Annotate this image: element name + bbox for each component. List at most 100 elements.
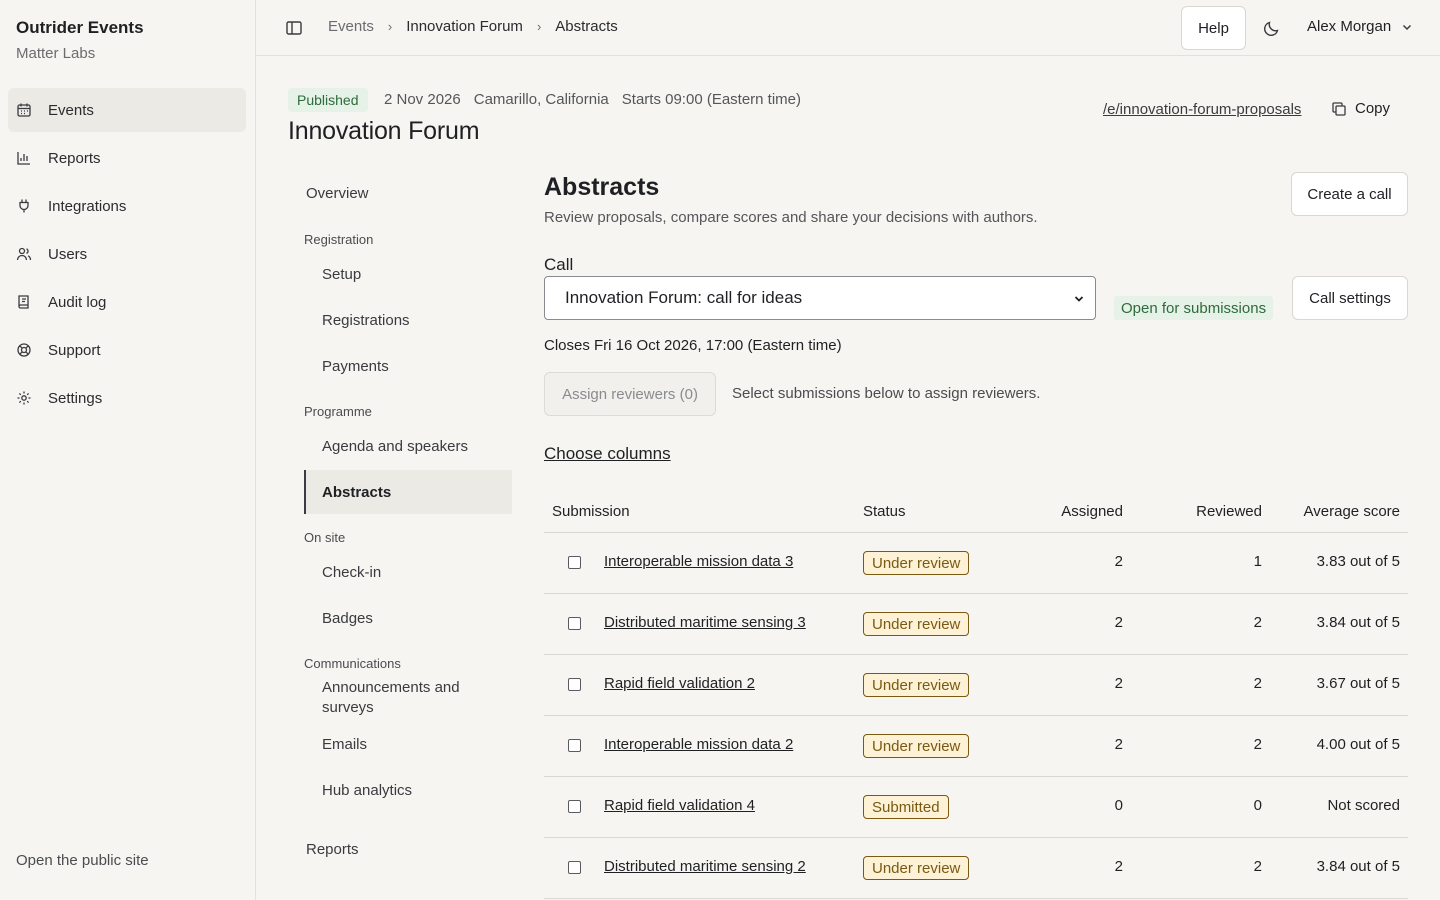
- submission-link[interactable]: Interoperable mission data 2: [604, 736, 793, 753]
- row-checkbox[interactable]: [568, 861, 581, 874]
- sidebar-item-label: Users: [48, 245, 88, 263]
- reviewed-count: 2: [1253, 614, 1262, 631]
- sidebar-item-audit-log[interactable]: Audit log: [8, 280, 246, 324]
- subnav-item-hub-analytics[interactable]: Hub analytics: [304, 768, 512, 812]
- subnav-item-abstracts[interactable]: Abstracts: [304, 470, 512, 514]
- assign-hint: Select submissions below to assign revie…: [732, 385, 1041, 402]
- column-header-status: Status: [863, 503, 906, 520]
- average-score: 3.83 out of 5: [1316, 553, 1400, 570]
- sidebar-item-label: Events: [48, 101, 94, 119]
- subnav-overview[interactable]: Overview: [306, 185, 369, 202]
- users-icon: [16, 246, 32, 262]
- status-badge: Under review: [863, 673, 970, 697]
- average-score: 3.84 out of 5: [1316, 614, 1400, 631]
- reviewed-count: 1: [1253, 553, 1262, 570]
- status-badge: Under review: [863, 734, 970, 758]
- user-menu[interactable]: Alex Morgan: [1307, 18, 1413, 35]
- table-row: Distributed maritime sensing 3 Under rev…: [544, 594, 1408, 655]
- event-meta: 2 Nov 2026 Camarillo, California Starts …: [384, 91, 801, 108]
- chevron-down-icon: [1074, 296, 1084, 302]
- subnav-item-setup[interactable]: Setup: [304, 252, 512, 296]
- sidebar-item-users[interactable]: Users: [8, 232, 246, 276]
- breadcrumb-events[interactable]: Events: [328, 18, 374, 35]
- sidebar-item-reports[interactable]: Reports: [8, 136, 246, 180]
- sidebar-item-label: Audit log: [48, 293, 107, 311]
- call-status-badge: Open for submissions: [1114, 296, 1274, 320]
- event-location: Camarillo, California: [473, 91, 609, 108]
- assign-reviewers-button[interactable]: Assign reviewers (0): [544, 372, 716, 416]
- user-name: Alex Morgan: [1307, 18, 1392, 35]
- breadcrumb: Events › Innovation Forum › Abstracts: [328, 18, 618, 35]
- sidebar-nav: Events Reports Integrations Users Audit …: [8, 88, 246, 424]
- sidebar-item-integrations[interactable]: Integrations: [8, 184, 246, 228]
- average-score: 3.67 out of 5: [1316, 675, 1400, 692]
- sidebar: Outrider Events Matter Labs Events Repor…: [0, 0, 256, 900]
- page-title: Abstracts: [544, 173, 660, 201]
- row-checkbox[interactable]: [568, 556, 581, 569]
- row-checkbox[interactable]: [568, 617, 581, 630]
- plug-icon: [16, 198, 32, 214]
- row-checkbox[interactable]: [568, 739, 581, 752]
- sidebar-item-events[interactable]: Events: [8, 88, 246, 132]
- subnav-group-registration: Registration: [304, 232, 374, 247]
- table-row: Rapid field validation 4 Submitted 0 0 N…: [544, 777, 1408, 838]
- submission-link[interactable]: Distributed maritime sensing 2: [604, 858, 806, 875]
- column-header-reviewed: Reviewed: [1196, 503, 1262, 520]
- table-row: Rapid field validation 2 Under review 2 …: [544, 655, 1408, 716]
- table-header: Submission Status Assigned Reviewed Aver…: [544, 490, 1408, 533]
- sidebar-toggle-icon[interactable]: [284, 18, 304, 38]
- event-title: Innovation Forum: [288, 117, 480, 145]
- call-label: Call: [544, 255, 574, 274]
- subnav-item-agenda[interactable]: Agenda and speakers: [304, 424, 512, 468]
- breadcrumb-current: Abstracts: [555, 18, 618, 35]
- row-checkbox[interactable]: [568, 678, 581, 691]
- moon-icon[interactable]: [1262, 18, 1282, 38]
- row-checkbox[interactable]: [568, 800, 581, 813]
- submission-link[interactable]: Rapid field validation 2: [604, 675, 755, 692]
- table-row: Interoperable mission data 2 Under revie…: [544, 716, 1408, 777]
- reviewed-count: 0: [1253, 797, 1262, 814]
- sidebar-item-label: Integrations: [48, 197, 127, 215]
- copy-button[interactable]: Copy: [1331, 100, 1390, 117]
- breadcrumb-event[interactable]: Innovation Forum: [406, 18, 523, 35]
- subnav-item-badges[interactable]: Badges: [304, 596, 512, 640]
- public-url-link[interactable]: /e/innovation-forum-proposals: [1103, 101, 1301, 118]
- choose-columns-link[interactable]: Choose columns: [544, 444, 671, 464]
- submission-link[interactable]: Distributed maritime sensing 3: [604, 614, 806, 631]
- sidebar-item-label: Support: [48, 341, 101, 359]
- submission-link[interactable]: Interoperable mission data 3: [604, 553, 793, 570]
- subnav-group-communications: Communications: [304, 656, 401, 671]
- subnav-item-announcements[interactable]: Announcements and surveys: [304, 670, 512, 722]
- column-header-submission: Submission: [552, 503, 630, 520]
- table-row: Interoperable mission data 3 Under revie…: [544, 533, 1408, 594]
- subnav-item-registrations[interactable]: Registrations: [304, 298, 512, 342]
- create-call-button[interactable]: Create a call: [1291, 172, 1408, 216]
- call-settings-button[interactable]: Call settings: [1292, 276, 1408, 320]
- submission-link[interactable]: Rapid field validation 4: [604, 797, 755, 814]
- assigned-count: 2: [1114, 858, 1123, 875]
- page-subtitle: Review proposals, compare scores and sha…: [544, 209, 1038, 226]
- sidebar-item-label: Reports: [48, 149, 101, 167]
- subnav-item-check-in[interactable]: Check-in: [304, 550, 512, 594]
- help-button[interactable]: Help: [1181, 6, 1246, 50]
- open-public-site-link[interactable]: Open the public site: [16, 852, 149, 869]
- average-score: Not scored: [1327, 797, 1400, 814]
- sidebar-item-support[interactable]: Support: [8, 328, 246, 372]
- assigned-count: 2: [1114, 553, 1123, 570]
- subnav-group-on-site: On site: [304, 530, 346, 545]
- status-badge: Under review: [863, 856, 970, 880]
- average-score: 3.84 out of 5: [1316, 858, 1400, 875]
- org-name: Outrider Events: [16, 18, 144, 37]
- call-select[interactable]: Innovation Forum: call for ideas: [544, 276, 1096, 320]
- average-score: 4.00 out of 5: [1316, 736, 1400, 753]
- subnav-item-emails[interactable]: Emails: [304, 722, 512, 766]
- status-badge: Under review: [863, 551, 970, 575]
- subnav-item-payments[interactable]: Payments: [304, 344, 512, 388]
- column-header-average-score: Average score: [1303, 503, 1400, 520]
- sidebar-item-settings[interactable]: Settings: [8, 376, 246, 420]
- copy-label: Copy: [1355, 100, 1391, 117]
- reviewed-count: 2: [1253, 858, 1262, 875]
- call-closes-text: Closes Fri 16 Oct 2026, 17:00 (Eastern t…: [544, 337, 842, 354]
- event-status-badge: Published: [288, 88, 368, 112]
- subnav-reports[interactable]: Reports: [306, 841, 359, 858]
